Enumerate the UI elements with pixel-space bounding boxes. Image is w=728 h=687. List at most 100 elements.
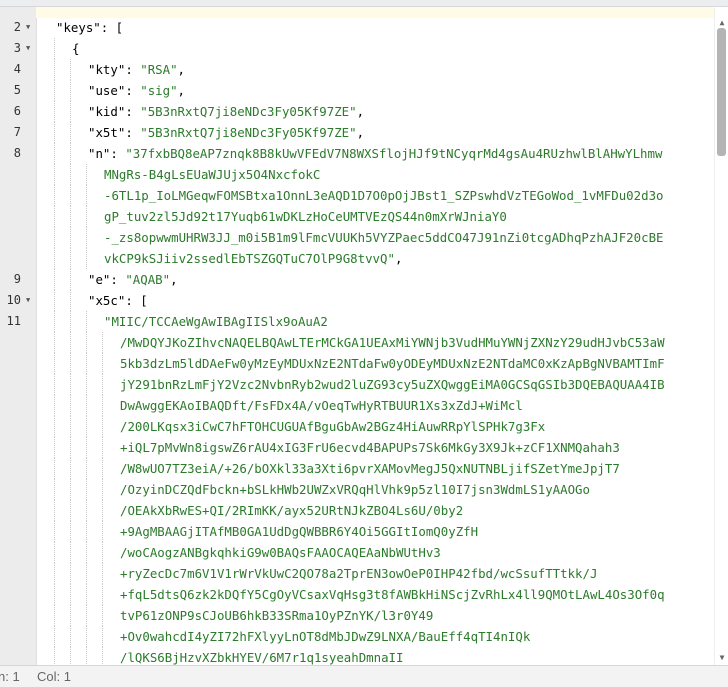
indent-guide (102, 542, 103, 563)
json-string: /MwDQYJKoZIhvcNAQELBQAwLTErMCkGA1UEAxMiY… (120, 335, 665, 350)
code-text: DwAwggEKAoIBAQDft/FsFDx4A/vOeqTwHyRTBUUR… (120, 395, 523, 416)
json-key: "keys" (56, 20, 101, 35)
json-string: -6TL1p_IoLMGeqwFOMSBtxa1OnnL3eAQD1D7O0pO… (104, 188, 664, 203)
vertical-scrollbar[interactable]: ▲ ▼ (714, 8, 728, 665)
code-line[interactable]: "x5c": [ (38, 290, 714, 311)
indent-guide (70, 80, 71, 101)
indent-guide (70, 164, 71, 185)
code-line[interactable]: /OEAkXbRwES+QI/2RImKK/ayx52URtNJkZBO4Ls6… (38, 500, 714, 521)
code-line[interactable]: "use": "sig", (38, 80, 714, 101)
json-punctuation: , (394, 251, 403, 266)
indent-guide (70, 500, 71, 521)
indent-guide (102, 584, 103, 605)
indent-guide (70, 311, 71, 332)
indent-guide (86, 248, 87, 269)
code-line[interactable]: +ryZecDc7m6V1V1rWrVkUwC2QO78a2TprEN3owOe… (38, 563, 714, 584)
code-line[interactable]: "kty": "RSA", (38, 59, 714, 80)
json-punctuation: : [ (100, 20, 124, 35)
indent-guide (102, 605, 103, 626)
code-line[interactable]: +fqL5dtsQ6zk2kDQfY5CgOyVCsaxVqHsg3t8fAWB… (38, 584, 714, 605)
code-line[interactable]: /MwDQYJKoZIhvcNAQELBQAwLTErMCkGA1UEAxMiY… (38, 332, 714, 353)
code-line[interactable]: jY291bnRzLmFjY2Vzc2NvbnRyb2wud2luZG93cy5… (38, 374, 714, 395)
indent-guide (102, 647, 103, 665)
code-text: -6TL1p_IoLMGeqwFOMSBtxa1OnnL3eAQD1D7O0pO… (104, 185, 664, 206)
fold-arrow-icon[interactable]: ▼ (26, 290, 34, 311)
code-line[interactable]: "n": "37fxbBQ8eAP7znqk8B8kUwVFEdV7N8WXSf… (38, 143, 714, 164)
line-number: 11 (6, 314, 21, 328)
json-key: "x5c" (88, 293, 126, 308)
indent-guide (54, 584, 55, 605)
code-text: /woCAogzANBgkqhkiG9w0BAQsFAAOCAQEAaNbWUt… (120, 542, 441, 563)
code-line[interactable]: /200LKqsx3iCwC7hFTOHCUGUAfBguGbAw2BGz4Hi… (38, 416, 714, 437)
code-line[interactable]: -_zs8opwwmUHRW3JJ_m0i5B1m9lFmcVUUKh5VYZP… (38, 227, 714, 248)
json-punctuation: , (177, 83, 186, 98)
indent-guide (102, 395, 103, 416)
json-string: jY291bnRzLmFjY2Vzc2NvbnRyb2wud2luZG93cy5… (120, 377, 665, 392)
code-text: +ryZecDc7m6V1V1rWrVkUwC2QO78a2TprEN3owOe… (120, 563, 597, 584)
code-line[interactable]: { (38, 38, 714, 59)
indent-guide (70, 332, 71, 353)
indent-guide (70, 143, 71, 164)
code-editor[interactable]: 2 ▼ 3 ▼ 4 5 6 7 8 9 10 ▼ 11 "keys": [{"kty": "RSA", "… (0, 0, 714, 665)
indent-guide (86, 206, 87, 227)
code-line[interactable]: +9AgMBAAGjITAfMB0GA1UdDgQWBBR6Y4Oi5GGItI… (38, 521, 714, 542)
code-line[interactable]: tvP61zONP9sCJoUB6hkB33SRma1OyPZnYK/l3r0Y… (38, 605, 714, 626)
json-string: 5kb3dzLm5ldDAeFw0yMzEyMDUxNzE2NTdaFw0yOD… (120, 356, 665, 371)
code-line[interactable]: +Ov0wahcdI4yZI72hFXlyyLnOT8dMbJDwZ9LNXA/… (38, 626, 714, 647)
json-key: "e" (88, 272, 111, 287)
indent-guide (102, 626, 103, 647)
indent-guide (70, 647, 71, 665)
json-key: "kid" (88, 104, 126, 119)
code-line[interactable]: /OzyinDCZQdFbckn+bSLkHWb2UWZxVRQqHlVhk9p… (38, 479, 714, 500)
line-number: 9 (13, 272, 21, 286)
indent-guide (86, 395, 87, 416)
json-punctuation: , (170, 272, 178, 287)
code-text: -_zs8opwwmUHRW3JJ_m0i5B1m9lFmcVUUKh5VYZP… (104, 227, 664, 248)
indent-guide (54, 647, 55, 665)
code-text: "MIIC/TCCAeWgAwIBAgIISlx9oAuA2 (104, 311, 328, 332)
code-line[interactable]: /woCAogzANBgkqhkiG9w0BAQsFAAOCAQEAaNbWUt… (38, 542, 714, 563)
code-text: "keys": [ (56, 17, 123, 38)
indent-guide (70, 626, 71, 647)
indent-guide (54, 38, 55, 59)
code-line[interactable]: "keys": [ (38, 17, 714, 38)
json-string: /200LKqsx3iCwC7hFTOHCUGUAfBguGbAw2BGz4Hi… (120, 419, 546, 434)
code-line[interactable]: /W8wUO7TZ3eiA/+26/bOXkl33a3Xti6pvrXAMovM… (38, 458, 714, 479)
indent-guide (70, 479, 71, 500)
code-line[interactable]: "e": "AQAB", (38, 269, 714, 290)
line-number: 5 (13, 83, 21, 97)
code-line[interactable]: vkCP9kSJiiv2ssedlEbTSZGQTuC7OlP9G8tvvQ", (38, 248, 714, 269)
code-text: "use": "sig", (88, 80, 185, 101)
json-key: "x5t" (88, 125, 126, 140)
json-punctuation: : (125, 104, 141, 119)
indent-guide (86, 458, 87, 479)
line-number: 3 (13, 41, 21, 55)
code-line[interactable]: "x5t": "5B3nRxtQ7ji8eNDc3Fy05Kf97ZE", (38, 122, 714, 143)
code-line[interactable]: +iQL7pMvWn8igswZ6rAU4xIG3FrU6ecvd4BAPUPs… (38, 437, 714, 458)
scroll-up-arrow-icon[interactable]: ▲ (717, 18, 727, 28)
indent-guide (70, 101, 71, 122)
code-line[interactable]: -6TL1p_IoLMGeqwFOMSBtxa1OnnL3eAQD1D7O0pO… (38, 185, 714, 206)
code-line[interactable]: "MIIC/TCCAeWgAwIBAgIISlx9oAuA2 (38, 311, 714, 332)
fold-arrow-icon[interactable]: ▼ (26, 38, 34, 59)
code-line[interactable]: /lQKS6BjHzvXZbkHYEV/6M7r1q1syeahDmnaII (38, 647, 714, 665)
indent-guide (102, 353, 103, 374)
code-line[interactable]: 5kb3dzLm5ldDAeFw0yMzEyMDUxNzE2NTdaFw0yOD… (38, 353, 714, 374)
json-string: "5B3nRxtQ7ji8eNDc3Fy05Kf97ZE" (140, 125, 357, 140)
code-line[interactable]: DwAwggEKAoIBAQDft/FsFDx4A/vOeqTwHyRTBUUR… (38, 395, 714, 416)
code-line[interactable]: MNgRs-B4gLsEUaWJUjx5O4NxcfokC (38, 164, 714, 185)
json-string: "5B3nRxtQ7ji8eNDc3Fy05Kf97ZE" (140, 104, 357, 119)
json-key: "n" (88, 146, 111, 161)
json-string: +Ov0wahcdI4yZI72hFXlyyLnOT8dMbJDwZ9LNXA/… (120, 629, 531, 644)
scrollbar-thumb[interactable] (717, 28, 726, 156)
indent-guide (54, 122, 55, 143)
scroll-down-arrow-icon[interactable]: ▼ (717, 653, 727, 663)
code-line[interactable]: "kid": "5B3nRxtQ7ji8eNDc3Fy05Kf97ZE", (38, 101, 714, 122)
code-text: +9AgMBAAGjITAfMB0GA1UdDgQWBBR6Y4Oi5GGItI… (120, 521, 478, 542)
code-line[interactable]: gP_tuv2zl5Jd92t17Yuqb61wDKLzHoCeUMTVEzQS… (38, 206, 714, 227)
json-string: /lQKS6BjHzvXZbkHYEV/6M7r1q1syeahDmnaII (120, 650, 404, 665)
indent-guide (86, 437, 87, 458)
code-text: vkCP9kSJiiv2ssedlEbTSZGQTuC7OlP9G8tvvQ", (104, 248, 402, 269)
fold-arrow-icon[interactable]: ▼ (26, 17, 34, 38)
line-number: 2 (13, 20, 21, 34)
